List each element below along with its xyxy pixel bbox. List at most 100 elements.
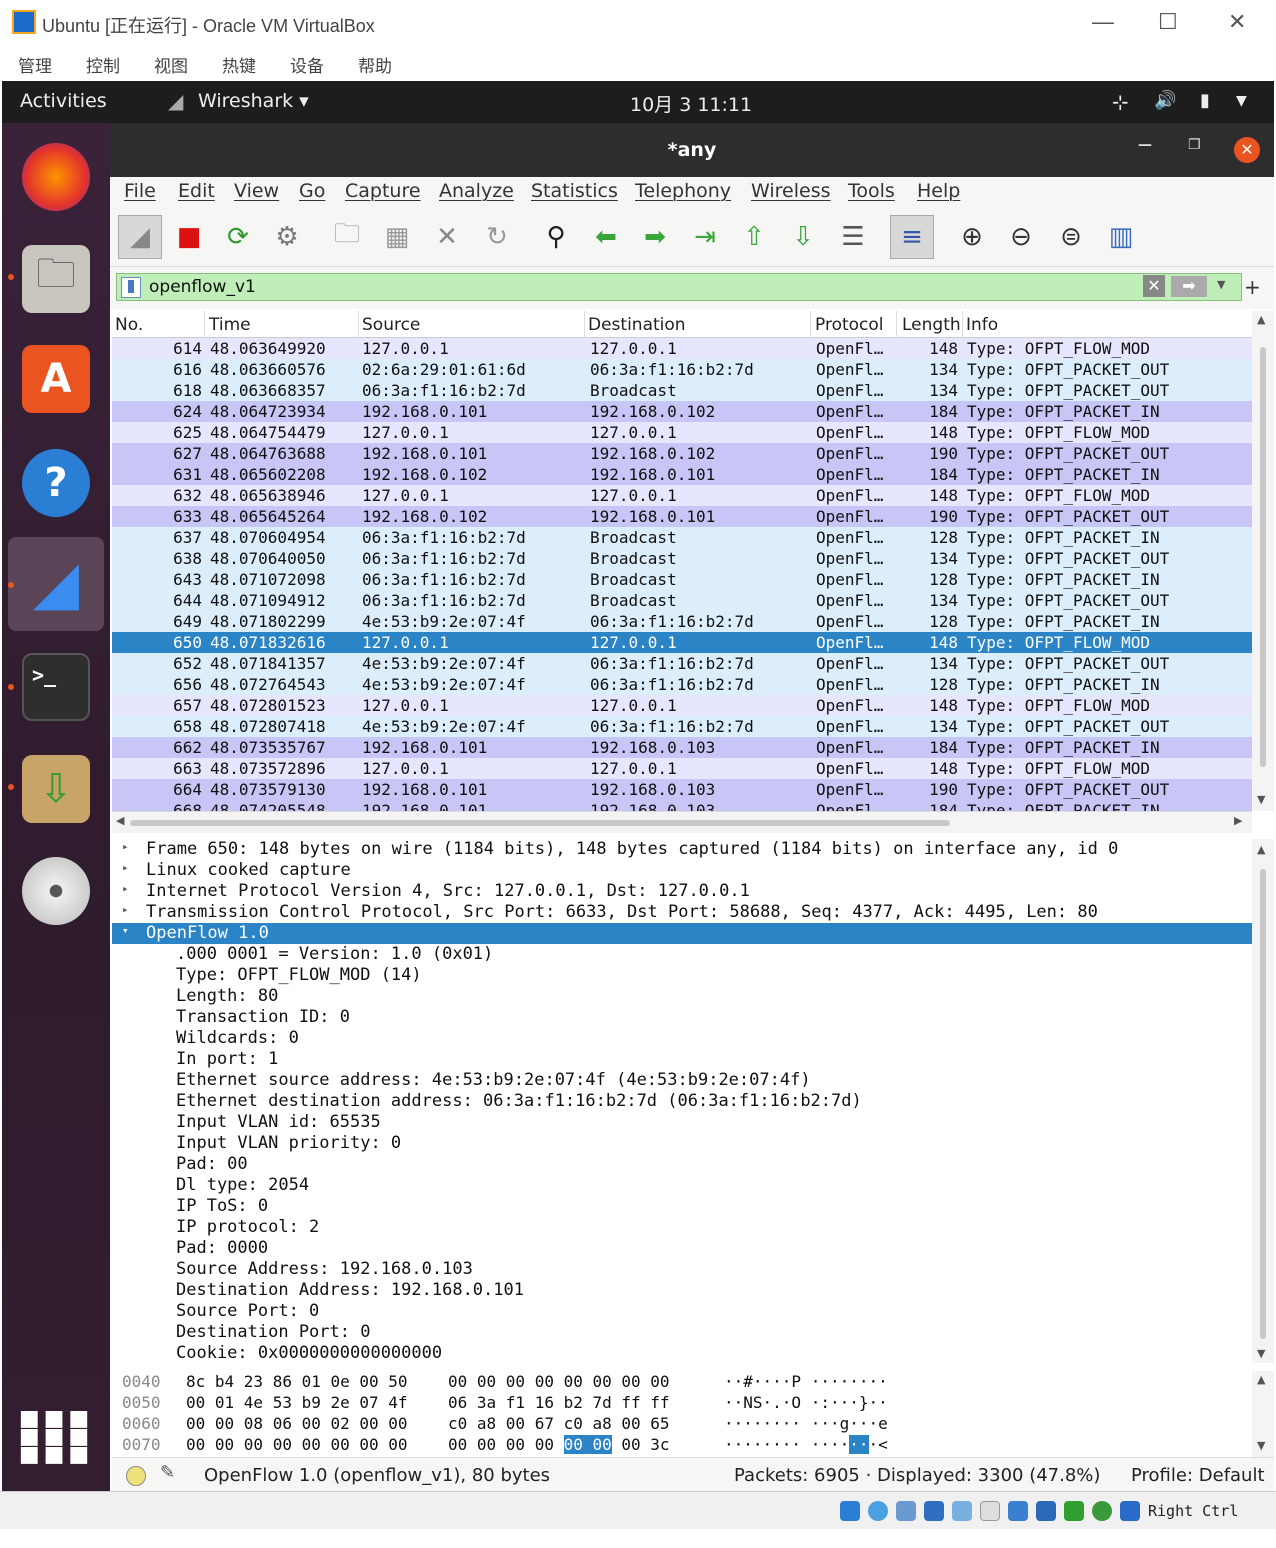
packet-row[interactable]: 663 48.073572896 127.0.0.1 127.0.0.1 OpenFl…… — [112, 758, 1252, 779]
auto-scroll-icon[interactable]: ☰ — [831, 215, 875, 259]
packet-row[interactable]: 627 48.064763688 192.168.0.101 192.168.0.10… — [112, 443, 1252, 464]
detail-tree-item[interactable]: ▸ Linux cooked capture — [112, 860, 1252, 881]
app-menu[interactable]: Wireshark ▾ — [198, 90, 309, 112]
wireshark-icon[interactable]: ◢ — [22, 548, 90, 618]
terminal-icon[interactable]: >_ — [22, 653, 90, 721]
menu-go[interactable]: Go — [299, 180, 325, 202]
detail-field[interactable]: Ethernet destination address: 06:3a:f1:1… — [112, 1091, 1252, 1112]
software-icon[interactable]: A — [22, 345, 90, 413]
menu-tools[interactable]: Tools — [848, 180, 895, 202]
detail-tree-item[interactable]: ▾ OpenFlow 1.0 — [112, 923, 1252, 944]
menu-edit[interactable]: Edit — [178, 180, 215, 202]
hex-scrollbar[interactable]: ▲ ▼ — [1252, 1371, 1274, 1457]
minimize-icon[interactable]: — — [1092, 9, 1114, 35]
menu-help[interactable]: 帮助 — [358, 52, 392, 77]
detail-tree-item[interactable]: ▸ Frame 650: 148 bytes on wire (1184 bits… — [112, 839, 1252, 860]
menu-view[interactable]: View — [234, 180, 279, 202]
packet-row[interactable]: 618 48.063668357 06:3a:f1:16:b2:7d Broadcas… — [112, 380, 1252, 401]
collapsed-arrow-icon[interactable]: ▸ — [122, 882, 129, 895]
menu-statistics[interactable]: Statistics — [531, 180, 618, 202]
col-source[interactable]: Source — [362, 315, 420, 335]
packet-row[interactable]: 614 48.063649920 127.0.0.1 127.0.0.1 OpenFl…… — [112, 338, 1252, 359]
mouse-integration-icon[interactable] — [1092, 1501, 1112, 1521]
close-icon[interactable]: ✕ — [1228, 9, 1246, 35]
go-back-icon[interactable]: ⬅ — [584, 215, 628, 259]
col-time[interactable]: Time — [209, 315, 251, 335]
detail-field[interactable]: Type: OFPT_FLOW_MOD (14) — [112, 965, 1252, 986]
menu-capture[interactable]: Capture — [345, 180, 421, 202]
collapsed-arrow-icon[interactable]: ▸ — [122, 840, 129, 853]
zoom-in-icon[interactable]: ⊕ — [950, 215, 994, 259]
details-scrollbar[interactable]: ▲ ▼ — [1252, 839, 1274, 1363]
hex-row[interactable]: 0050 00 01 4e 53 b9 2e 07 4f 06 3a f1 16… — [112, 1392, 1252, 1413]
detail-field[interactable]: IP protocol: 2 — [112, 1217, 1252, 1238]
menu-hotkey[interactable]: 热键 — [222, 52, 256, 77]
start-capture-icon[interactable]: ◢ — [118, 215, 162, 259]
detail-field[interactable]: Dl type: 2054 — [112, 1175, 1252, 1196]
recording-icon[interactable] — [1036, 1501, 1056, 1521]
packet-row[interactable]: 624 48.064723934 192.168.0.101 192.168.0.10… — [112, 401, 1252, 422]
filter-value[interactable]: openflow_v1 — [149, 277, 256, 297]
col-length[interactable]: Length — [902, 315, 960, 335]
activities-button[interactable]: Activities — [20, 90, 107, 112]
menu-telephony[interactable]: Telephony — [635, 180, 731, 202]
packet-row[interactable]: 658 48.072807418 4e:53:b9:2e:07:4f 06:3a:f1… — [112, 716, 1252, 737]
network-adapter-icon[interactable] — [924, 1501, 944, 1521]
detail-field[interactable]: Pad: 00 — [112, 1154, 1252, 1175]
menu-control[interactable]: 控制 — [86, 52, 120, 77]
audio-icon[interactable] — [896, 1501, 916, 1521]
detail-field[interactable]: Length: 80 — [112, 986, 1252, 1007]
status-profile[interactable]: Profile: Default — [1131, 1465, 1265, 1486]
find-packet-icon[interactable]: ⚲ — [534, 215, 578, 259]
close-file-icon[interactable]: ✕ — [425, 215, 469, 259]
expert-info-icon[interactable] — [126, 1466, 146, 1486]
open-file-icon[interactable]: 🗀 — [325, 215, 369, 259]
display-icon[interactable] — [1008, 1501, 1028, 1521]
hex-row[interactable]: 0070 00 00 00 00 00 00 00 00 00 00 00 00… — [112, 1434, 1252, 1455]
packet-row[interactable]: 637 48.070604954 06:3a:f1:16:b2:7d Broadcas… — [112, 527, 1252, 548]
packet-row[interactable]: 644 48.071094912 06:3a:f1:16:b2:7d Broadcas… — [112, 590, 1252, 611]
packet-row[interactable]: 657 48.072801523 127.0.0.1 127.0.0.1 OpenFl…… — [112, 695, 1252, 716]
clear-filter-icon[interactable]: ✕ — [1143, 275, 1165, 297]
detail-field[interactable]: Destination Address: 192.168.0.101 — [112, 1280, 1252, 1301]
disc-icon[interactable] — [22, 857, 90, 925]
detail-tree-item[interactable]: ▸ Transmission Control Protocol, Src Port… — [112, 902, 1252, 923]
detail-field[interactable]: Source Address: 192.168.0.103 — [112, 1259, 1252, 1280]
menu-help[interactable]: Help — [917, 180, 960, 202]
bookmark-icon[interactable] — [121, 277, 141, 298]
resize-columns-icon[interactable]: ▥ — [1099, 215, 1143, 259]
firefox-icon[interactable] — [22, 143, 90, 211]
packet-row[interactable]: 633 48.065645264 192.168.0.102 192.168.0.10… — [112, 506, 1252, 527]
go-to-packet-icon[interactable]: ⇥ — [683, 215, 727, 259]
packet-row[interactable]: 632 48.065638946 127.0.0.1 127.0.0.1 OpenFl…… — [112, 485, 1252, 506]
packet-row[interactable]: 662 48.073535767 192.168.0.101 192.168.0.10… — [112, 737, 1252, 758]
shared-folders-icon[interactable] — [980, 1501, 1000, 1521]
packet-row[interactable]: 656 48.072764543 4e:53:b9:2e:07:4f 06:3a:f1… — [112, 674, 1252, 695]
zoom-out-icon[interactable]: ⊖ — [999, 215, 1043, 259]
clock[interactable]: 10月 3 11:11 — [630, 90, 752, 117]
scrollbar-thumb[interactable] — [1260, 347, 1266, 767]
maximize-icon[interactable]: ☐ — [1158, 9, 1178, 35]
packet-row[interactable]: 668 48.074205548 192.168.0.101 192.168.0.10… — [112, 800, 1252, 811]
menu-manage[interactable]: 管理 — [18, 52, 52, 77]
collapsed-arrow-icon[interactable]: ▸ — [122, 861, 129, 874]
restore-icon[interactable]: ❐ — [1188, 137, 1201, 153]
detail-field[interactable]: Input VLAN id: 65535 — [112, 1112, 1252, 1133]
menu-wireless[interactable]: Wireless — [751, 180, 831, 202]
colorize-icon[interactable]: ≡ — [890, 215, 934, 259]
save-file-icon[interactable]: ▦ — [375, 215, 419, 259]
detail-field[interactable]: Transaction ID: 0 — [112, 1007, 1252, 1028]
packet-row[interactable]: 631 48.065602208 192.168.0.102 192.168.0.10… — [112, 464, 1252, 485]
go-forward-icon[interactable]: ➡ — [633, 215, 677, 259]
usb-icon[interactable] — [952, 1501, 972, 1521]
files-icon[interactable]: 🗀 — [22, 245, 90, 313]
detail-field[interactable]: Input VLAN priority: 0 — [112, 1133, 1252, 1154]
go-first-packet-icon[interactable]: ⇧ — [732, 215, 776, 259]
menu-file[interactable]: File — [124, 180, 156, 202]
detail-field[interactable]: Cookie: 0x0000000000000000 — [112, 1343, 1252, 1363]
scrollbar-thumb[interactable] — [1260, 869, 1266, 1339]
zoom-normal-icon[interactable]: ⊜ — [1049, 215, 1093, 259]
detail-field[interactable]: Pad: 0000 — [112, 1238, 1252, 1259]
hscrollbar-thumb[interactable] — [130, 820, 950, 826]
menu-analyze[interactable]: Analyze — [439, 180, 514, 202]
